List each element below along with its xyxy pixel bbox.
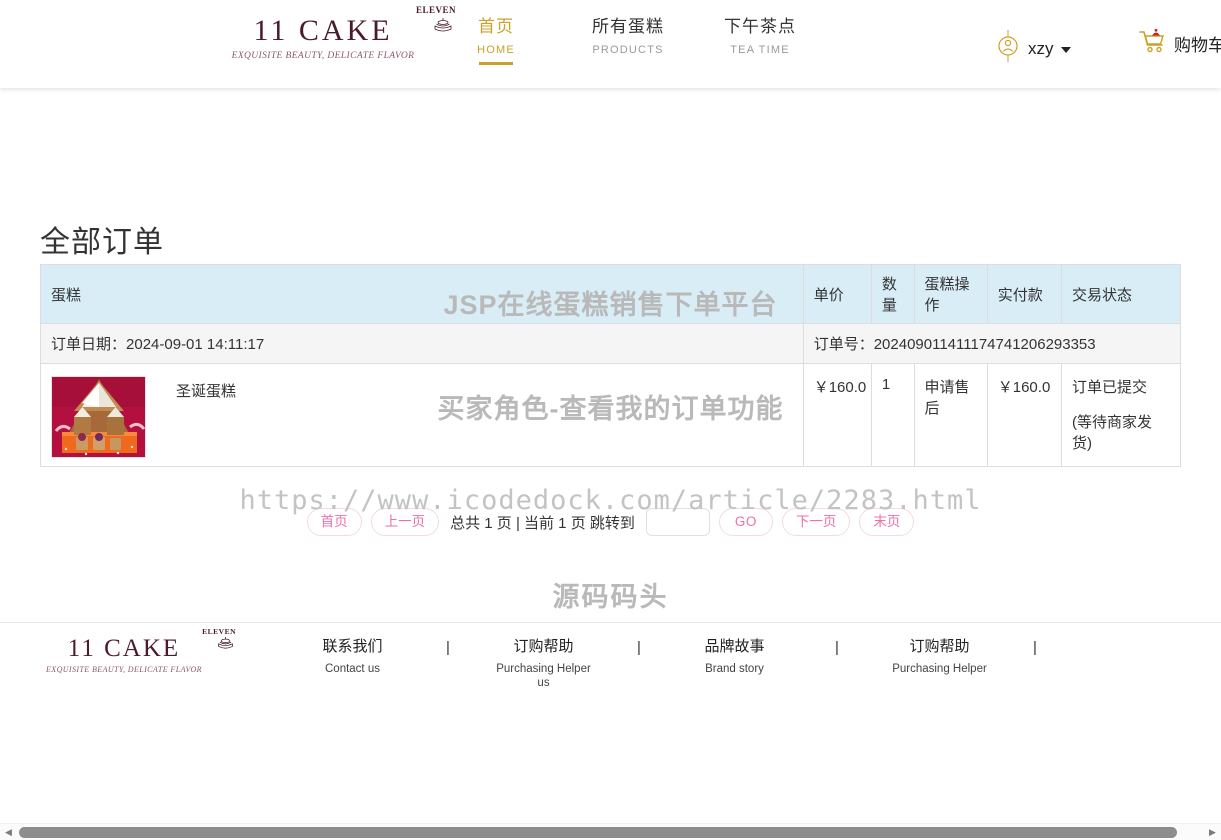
col-header-qty: 数量	[870, 264, 915, 324]
pager-last-button[interactable]: 末页	[859, 508, 915, 536]
col-header-cake: 蛋糕	[40, 264, 804, 324]
footer-link-purchasing-helper[interactable]: 订购帮助 Purchasing Helper	[887, 637, 992, 676]
watermark-site: 源码码头	[552, 582, 669, 612]
footer-separator-2: |	[637, 639, 641, 656]
order-meta-row: 订单日期：2024-09-01 14:11:17 订单号：20240901141…	[40, 323, 1182, 364]
order-date-value: 2024-09-01 14:11:17	[126, 336, 265, 353]
cake-name[interactable]: 圣诞蛋糕	[176, 376, 236, 402]
nav-item-teatime[interactable]: 下午茶点 TEA TIME	[712, 16, 808, 65]
col-header-paid: 实付款	[986, 264, 1062, 324]
horizontal-scrollbar[interactable]: ◀ ▶	[0, 823, 1221, 840]
nav-item-teatime-en: TEA TIME	[730, 44, 790, 56]
order-date-label: 订单日期：	[51, 336, 127, 353]
user-menu[interactable]: xzy	[995, 29, 1071, 68]
footer-link-brand-story-en: Brand story	[705, 663, 764, 675]
pagination: 首页 上一页 总共 1 页 | 当前 1 页 跳转到 GO 下一页 末页	[40, 508, 1181, 536]
brand-wordmark: 11 CAKE	[253, 14, 393, 47]
footer-brand-wordmark: 11 CAKE	[67, 635, 181, 662]
nav-item-products-en: PRODUCTS	[592, 44, 664, 56]
footer-separator-1: |	[446, 639, 450, 656]
cart-button[interactable]: 购物车	[1138, 28, 1221, 59]
orders-table: 蛋糕 单价 数量 蛋糕操作 实付款 交易状态 订单日期：2024-09-01 1…	[40, 264, 1182, 467]
pager-jump-input[interactable]	[645, 508, 710, 536]
status-secondary: (等待商家发货)	[1071, 414, 1152, 452]
table-header-row: 蛋糕 单价 数量 蛋糕操作 实付款 交易状态	[40, 264, 1182, 324]
main-nav: 首页 HOME 所有蛋糕 PRODUCTS 下午茶点 TEA TIME	[448, 16, 808, 65]
scroll-left-arrow-icon[interactable]: ◀	[0, 824, 17, 840]
footer-link-purchasing-helper-us-cn: 订购帮助	[513, 638, 574, 655]
pager-first-button[interactable]: 首页	[306, 508, 362, 536]
orders-table-body: 订单日期：2024-09-01 14:11:17 订单号：20240901141…	[40, 323, 1182, 467]
order-number-cell: 订单号：202409011411174741206293353	[802, 323, 1182, 364]
footer-brand-eleven-label: ELEVEN	[202, 627, 236, 636]
user-name-label: xzy	[1028, 38, 1054, 58]
brand-tagline: EXQUISITE BEAUTY, DELICATE FLAVOR	[231, 51, 415, 61]
user-avatar-icon	[995, 29, 1021, 68]
nav-item-home-en: HOME	[477, 44, 515, 56]
footer-link-purchasing-helper-cn: 订购帮助	[909, 638, 970, 655]
pager-info-text: 总共 1 页 | 当前 1 页 跳转到	[450, 514, 635, 532]
footer-link-purchasing-helper-us[interactable]: 订购帮助 Purchasing Helper us	[491, 637, 596, 690]
scrollbar-track[interactable]	[17, 824, 1204, 840]
quantity-cell: 1	[870, 363, 915, 467]
paid-amount-cell: ￥160.0	[986, 363, 1062, 467]
orders-table-head: 蛋糕 单价 数量 蛋糕操作 实付款 交易状态	[40, 264, 1182, 324]
chevron-down-icon	[1060, 47, 1071, 53]
footer-link-purchasing-helper-en: Purchasing Helper	[892, 663, 987, 675]
col-header-price: 单价	[802, 264, 872, 324]
footer-brand-logo[interactable]: 11 CAKE ELEVEN EXQUISITE BEAUTY, DELICAT…	[44, 627, 236, 674]
footer-separator-3: |	[835, 639, 839, 656]
footer-link-purchasing-helper-us-en: Purchasing Helper us	[496, 663, 591, 689]
shopping-cart-icon	[1138, 28, 1168, 59]
nav-item-products-cn: 所有蛋糕	[592, 17, 664, 36]
scrollbar-thumb[interactable]	[19, 826, 1177, 838]
pager-next-button[interactable]: 下一页	[781, 508, 851, 536]
pager-prev-button[interactable]: 上一页	[370, 508, 440, 536]
nav-item-teatime-cn: 下午茶点	[724, 17, 796, 36]
col-header-op: 蛋糕操作	[913, 264, 988, 324]
status-primary: 订单已提交	[1071, 379, 1147, 396]
nav-item-home[interactable]: 首页 HOME	[448, 16, 544, 65]
nav-item-products[interactable]: 所有蛋糕 PRODUCTS	[580, 16, 676, 65]
footer-cake-logo-icon	[216, 636, 235, 650]
footer-link-brand-story[interactable]: 品牌故事 Brand story	[682, 637, 787, 676]
nav-item-home-cn: 首页	[478, 17, 514, 36]
cake-thumbnail[interactable]	[51, 376, 146, 458]
col-header-status: 交易状态	[1060, 264, 1182, 324]
table-row: 圣诞蛋糕 ￥160.0 1 申请售后 ￥160.0 订单已提交 (等待商家发货)	[40, 363, 1182, 467]
pager-go-button[interactable]: GO	[718, 508, 773, 536]
brand-logo[interactable]: 11 CAKE ELEVEN EXQUISITE BEAUTY, DELICAT…	[228, 5, 456, 61]
footer-link-contact-en: Contact us	[325, 663, 380, 675]
page-root: 11 CAKE ELEVEN EXQUISITE BEAUTY, DELICAT…	[0, 0, 1221, 840]
after-sales-button[interactable]: 申请售后	[913, 363, 988, 467]
site-header: 11 CAKE ELEVEN EXQUISITE BEAUTY, DELICAT…	[0, 0, 1221, 88]
footer-link-brand-story-cn: 品牌故事	[704, 638, 765, 655]
site-footer: 11 CAKE ELEVEN EXQUISITE BEAUTY, DELICAT…	[0, 622, 1221, 722]
unit-price-cell: ￥160.0	[802, 363, 872, 467]
footer-links: 联系我们 Contact us | 订购帮助 Purchasing Helper…	[300, 637, 1078, 690]
footer-brand-tagline: EXQUISITE BEAUTY, DELICATE FLAVOR	[46, 665, 202, 674]
order-date-cell: 订单日期：2024-09-01 14:11:17	[40, 323, 804, 364]
footer-link-contact-cn: 联系我们	[322, 638, 383, 655]
order-number-label: 订单号：	[813, 336, 874, 353]
brand-eleven-label: ELEVEN	[415, 5, 456, 15]
footer-link-contact[interactable]: 联系我们 Contact us	[300, 637, 405, 676]
footer-separator-4: |	[1033, 639, 1037, 656]
cake-cell: 圣诞蛋糕	[40, 363, 804, 467]
page-title: 全部订单	[40, 226, 164, 259]
scroll-right-arrow-icon[interactable]: ▶	[1204, 824, 1221, 840]
cart-label: 购物车	[1174, 36, 1221, 55]
order-status-cell: 订单已提交 (等待商家发货)	[1060, 363, 1182, 467]
order-number-value: 202409011411174741206293353	[873, 336, 1096, 353]
